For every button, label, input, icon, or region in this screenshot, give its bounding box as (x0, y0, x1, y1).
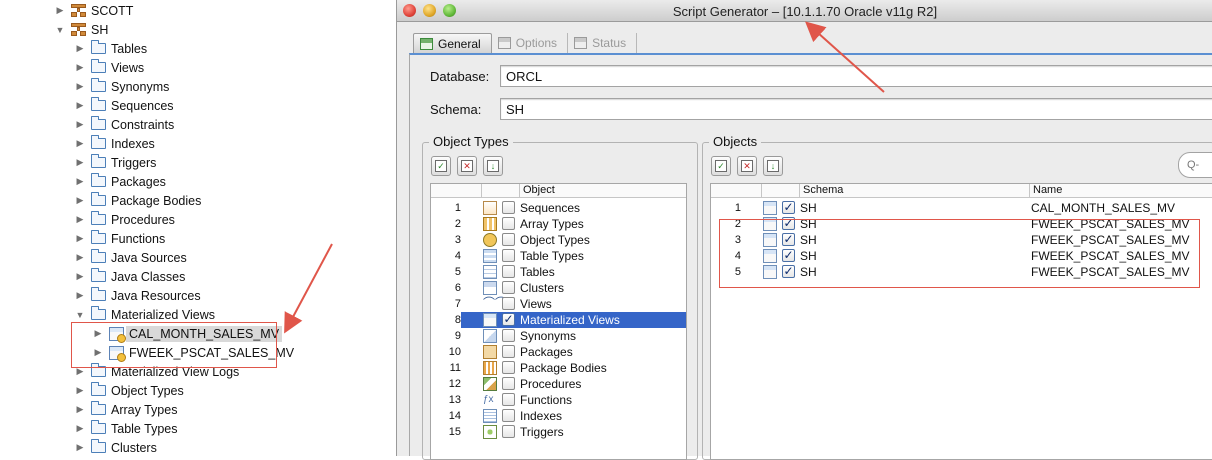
annotation-arrow-tree (284, 243, 333, 334)
annotation-arrows (284, 21, 885, 334)
annotation-arrow-title (805, 21, 885, 93)
